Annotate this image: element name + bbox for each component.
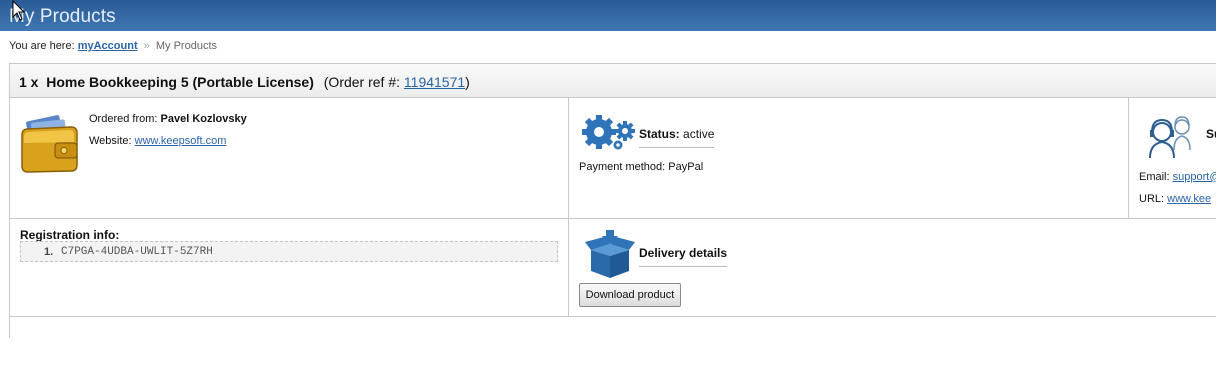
order-ref-label: (Order ref #:: [323, 74, 401, 90]
order-title: 1 x Home Bookkeeping 5 (Portable License…: [19, 74, 470, 90]
payment-value: PayPal: [668, 161, 704, 173]
order-product-name: Home Bookkeeping 5 (Portable License): [46, 74, 314, 90]
support-url: URL: www.kee: [1139, 193, 1211, 205]
support-headset-icon: [1149, 116, 1191, 159]
payment-method: Payment method: PayPal: [579, 161, 703, 173]
breadcrumb: You are here: myAccount » My Products: [9, 40, 217, 52]
support-email-link[interactable]: support@: [1173, 171, 1216, 183]
registration-key-box: 1. C7PGA-4UDBA-UWLIT-5Z7RH: [20, 241, 558, 262]
breadcrumb-link-myaccount[interactable]: myAccount: [78, 40, 138, 52]
page-header: My Products: [0, 0, 1216, 31]
website-label: Website:: [89, 135, 132, 147]
column-divider: [1128, 98, 1129, 218]
support-email: Email: support@: [1139, 171, 1216, 183]
download-product-button[interactable]: Download product: [579, 283, 681, 307]
order-status: Status: active: [639, 127, 715, 148]
vendor-website: Website: www.keepsoft.com: [89, 135, 226, 147]
order-ref-link[interactable]: 11941571: [404, 74, 465, 90]
breadcrumb-separator: »: [143, 40, 150, 52]
ordered-from-name: Pavel Kozlovsky: [160, 113, 247, 125]
package-box-icon: [585, 230, 635, 278]
status-value: active: [683, 127, 715, 141]
registration-info-label: Registration info:: [20, 228, 120, 242]
ordered-from: Ordered from: Pavel Kozlovsky: [89, 113, 247, 125]
order-header: 1 x Home Bookkeeping 5 (Portable License…: [9, 63, 1216, 98]
column-divider: [568, 98, 569, 316]
registration-item-number: 1.: [44, 246, 54, 258]
support-email-label: Email:: [1139, 171, 1170, 183]
ordered-from-label: Ordered from:: [89, 113, 158, 125]
row-divider: [9, 316, 1216, 317]
wallet-icon: [21, 115, 78, 173]
status-label: Status:: [639, 127, 680, 141]
breadcrumb-prefix: You are here:: [9, 40, 75, 52]
delivery-details-title: Delivery details: [639, 246, 728, 267]
order-quantity: 1 x: [19, 74, 39, 90]
breadcrumb-current: My Products: [155, 40, 218, 52]
support-url-label: URL:: [1139, 193, 1165, 205]
row-divider: [9, 218, 1216, 219]
website-link[interactable]: www.keepsoft.com: [135, 135, 227, 147]
support-title: Su: [1206, 127, 1216, 141]
payment-label: Payment method:: [579, 161, 666, 173]
support-url-link[interactable]: www.kee: [1167, 193, 1211, 205]
gears-icon: [582, 115, 635, 150]
order-ref-close: ): [465, 74, 470, 90]
page-title: My Products: [9, 6, 116, 27]
registration-key[interactable]: C7PGA-4UDBA-UWLIT-5Z7RH: [61, 246, 213, 258]
mouse-cursor-icon: [12, 0, 25, 21]
